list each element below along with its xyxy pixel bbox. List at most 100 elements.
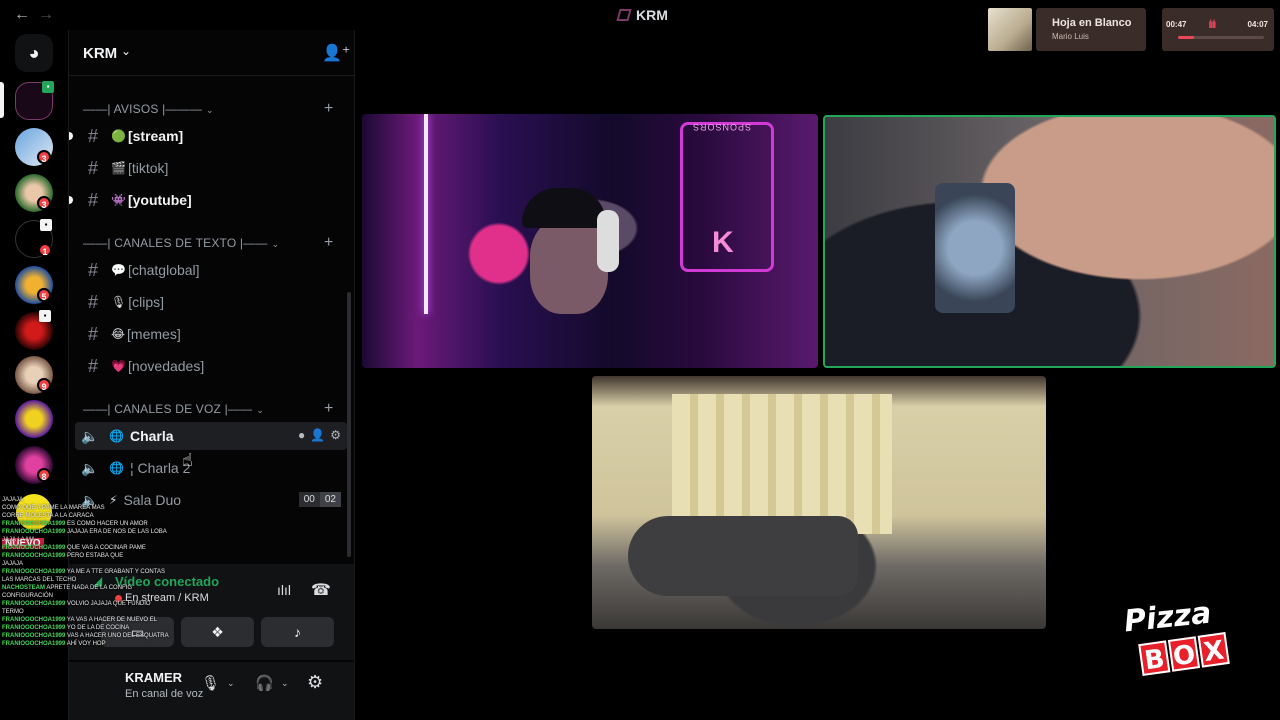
server-logo-icon (616, 9, 632, 21)
channel-name: [clips] (128, 294, 165, 310)
unread-indicator (69, 132, 73, 140)
forward-arrow-icon[interactable]: → (38, 6, 54, 24)
soundboard-icon: ♪ (294, 624, 301, 640)
voice-channel-charla-2[interactable]: 🔈 🌐 ¦ Charla 2 (75, 454, 347, 482)
track-title: Hoja en Blanco (1052, 17, 1132, 29)
channel-tiktok[interactable]: # 🎬 [tiktok] (83, 154, 343, 182)
create-channel-icon[interactable]: + (324, 400, 333, 418)
create-channel-icon[interactable]: + (324, 234, 333, 252)
chat-author: FRANIOOOCHOA1999 (2, 553, 66, 559)
server-7[interactable]: 9 (15, 356, 53, 394)
sidebar-scrollbar[interactable] (347, 292, 351, 557)
hash-icon: # (87, 259, 98, 280)
track-progress-panel: 00:47 ılıılı 04:07 (1162, 8, 1274, 51)
chat-text: YO DE LA DE COCINA (66, 625, 130, 631)
user-add-icon[interactable]: 👤 (310, 428, 325, 442)
logo-letter: X (1197, 632, 1230, 668)
chat-line: FRANIOOOCHOA1999 JAJAJA ERA DE NOS DE LA… (2, 528, 169, 536)
hash-icon: # (87, 291, 98, 312)
server-6[interactable]: ▪ (15, 310, 53, 350)
chat-text: YA ME A TTE GRABANT Y CONTAS (66, 569, 165, 575)
channel-name: [youtube] (127, 192, 192, 208)
chat-text: CORRE MOLESTA A LA CARACA (2, 513, 94, 519)
chevron-down-icon: ⌄ (121, 44, 132, 58)
logo-letter: B (1138, 640, 1171, 676)
chevron-down-icon[interactable]: ⌄ (227, 678, 235, 689)
category-label: ——| CANALES DE TEXTO |—— (83, 236, 268, 250)
chat-author: FRANIOOOCHOA1999 (2, 521, 66, 527)
server-3[interactable]: 3 (15, 174, 53, 212)
mention-badge: 3 (37, 150, 51, 164)
server-hit-gaming[interactable]: ▪ 1 (15, 219, 53, 258)
server-header[interactable]: KRM ⌄ 👤⁺ (69, 30, 354, 76)
sponsor-sign-text: SPONSORS (692, 122, 752, 132)
video-tile-streamer[interactable]: SPONSORS K (362, 114, 818, 368)
video-tile-room[interactable] (592, 376, 1046, 629)
track-artist: Mario Luis (1052, 32, 1089, 41)
video-tile-speaking[interactable] (823, 115, 1276, 368)
channel-name: [novedades] (127, 358, 205, 374)
server-9[interactable]: 8 (15, 446, 53, 484)
chevron-down-icon[interactable]: ⌄ (281, 678, 289, 689)
chat-text: PERO ESTABA QUE (67, 553, 124, 559)
channel-chatglobal[interactable]: # 💬 [chatglobal] (83, 256, 343, 284)
mention-badge: 5 (37, 288, 51, 302)
channel-novedades[interactable]: # 💗 [novedades] (83, 352, 343, 380)
chat-text: VOLVIO JAJAJA QUE FUNDIO (67, 601, 151, 607)
chat-author: FRANIOOOCHOA1999 (2, 545, 66, 551)
category-avisos[interactable]: ——| AVISOS |——— ⌄ (83, 102, 214, 118)
channel-memes[interactable]: # 😂 [memes] (83, 320, 343, 348)
chat-author: FRANIOOOCHOA1999 (2, 529, 66, 535)
logo-word-pizza: Pizza (1122, 595, 1214, 640)
progress-fill (1178, 36, 1195, 39)
channel-emoji: 👾 (111, 193, 126, 207)
server-8[interactable] (15, 400, 53, 438)
hash-icon: # (87, 355, 98, 376)
create-channel-icon[interactable]: + (324, 100, 333, 118)
gear-icon[interactable]: ⚙ (330, 428, 341, 442)
chevron-down-icon: ⌄ (256, 405, 265, 415)
stream-chat-overlay: NUEVO JAJAJA COMO QUE A PAME LA MAREA MA… (0, 492, 200, 720)
channel-youtube[interactable]: # 👾 [youtube] (69, 186, 343, 214)
chat-text: ES COMO HACER UN AMOR (67, 521, 148, 527)
channel-name: [tiktok] (127, 160, 169, 176)
headset-icon[interactable]: 🎧 (255, 674, 274, 692)
channel-name: [memes] (127, 326, 181, 342)
disconnect-icon[interactable]: ☎ (311, 580, 331, 600)
chevron-down-icon: ⌄ (271, 239, 280, 249)
server-2[interactable]: 3 (15, 128, 53, 166)
gear-icon[interactable]: ⚙ (307, 672, 323, 693)
sweater-print (935, 183, 1015, 313)
chat-line: LAS MARCAS DEL TECHO (2, 576, 169, 584)
neon-letter: K (712, 226, 734, 259)
chevron-down-icon: ⌄ (206, 105, 214, 115)
channel-stream[interactable]: # 🟢 [stream] (69, 122, 343, 150)
chat-text: LAS MARCAS DEL TECHO (2, 577, 77, 583)
channel-clips[interactable]: # 🎙 [clips] (83, 288, 343, 316)
back-arrow-icon[interactable]: ← (14, 6, 30, 24)
logo-letter: O (1167, 636, 1201, 672)
noise-suppression-icon[interactable]: ılıl (277, 582, 291, 598)
mention-badge: 8 (37, 468, 51, 482)
discord-home-button[interactable]: ◕ (15, 34, 53, 72)
voice-channel-charla[interactable]: 🔈 🌐 Charla ● 👤 ⚙ (75, 422, 347, 450)
mic-icon[interactable]: 🎙 (201, 674, 220, 692)
person-lying (628, 516, 858, 596)
discord-icon: ◕ (28, 43, 40, 63)
hash-icon: # (87, 157, 98, 178)
voice-activity-icon: ▪ (42, 81, 54, 93)
selected-server-pill (0, 82, 4, 118)
server-krm[interactable]: ▪ (15, 81, 54, 120)
time-current: 00:47 (1166, 20, 1187, 29)
chat-bubble-icon[interactable]: ● (298, 428, 305, 442)
category-texto[interactable]: ——| CANALES DE TEXTO |—— ⌄ (83, 236, 279, 252)
logo-word-box: B O X (1138, 632, 1230, 676)
progress-track (1178, 36, 1264, 39)
channel-name: [stream] (127, 128, 184, 144)
invite-icon[interactable]: 👤⁺ (322, 43, 350, 63)
speaker-small-icon: ▪ (40, 219, 52, 231)
soundboard-button[interactable]: ♪ (261, 617, 334, 647)
category-voz[interactable]: ——| CANALES DE VOZ |—— ⌄ (83, 402, 264, 418)
server-5[interactable]: 5 (15, 266, 53, 304)
server-name: KRM (83, 45, 118, 62)
